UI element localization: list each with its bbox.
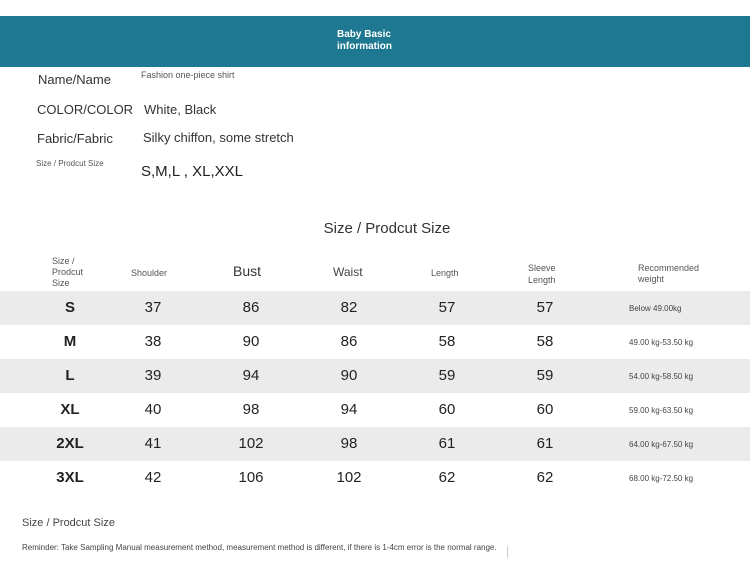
cell-bust: 90 [242, 333, 260, 350]
size-label: Size / Prodcut Size [36, 159, 104, 168]
cell-shoulder: 38 [144, 333, 162, 350]
cell-length: 57 [438, 299, 456, 316]
header-banner: Baby Basic information [0, 16, 750, 67]
cell-length: 60 [438, 401, 456, 418]
cell-bust: 86 [242, 299, 260, 316]
cell-weight: 64.00 kg-67.50 kg [629, 439, 694, 449]
header-recommended-weight: Recommended weight [638, 263, 700, 284]
header-bust: Bust [233, 263, 262, 279]
cell-length: 62 [438, 469, 456, 486]
banner-title: Baby Basic information [337, 29, 392, 52]
reminder-text: Reminder: Take Sampling Manual measureme… [22, 543, 497, 552]
cell-size: 2XL [56, 435, 84, 452]
table-row: XL 40 98 94 60 60 59.00 kg-63.50 kg [0, 393, 750, 427]
cell-sleeve-length: 58 [536, 333, 554, 350]
size-table-title: Size / Prodcut Size [323, 220, 451, 237]
cell-sleeve-length: 59 [536, 367, 554, 384]
cell-waist: 98 [340, 435, 358, 452]
footer-title: Size / Prodcut Size [22, 517, 115, 529]
cell-weight: 49.00 kg-53.50 kg [629, 337, 694, 347]
cell-bust: 106 [238, 469, 264, 486]
cell-size: S [64, 299, 75, 316]
table-row: 2XL 41 102 98 61 61 64.00 kg-67.50 kg [0, 427, 750, 461]
header-shoulder: Shoulder [131, 268, 168, 278]
color-label: COLOR/COLOR [37, 102, 134, 117]
table-row: M 38 90 86 58 58 49.00 kg-53.50 kg [0, 325, 750, 359]
header-length: Length [431, 268, 459, 278]
cell-bust: 98 [242, 401, 260, 418]
cell-length: 61 [438, 435, 456, 452]
name-value: Fashion one-piece shirt [141, 70, 235, 80]
cell-waist: 94 [340, 401, 358, 418]
cell-sleeve-length: 57 [536, 299, 554, 316]
fabric-value: Silky chiffon, some stretch [143, 130, 294, 145]
fabric-label: Fabric/Fabric [37, 131, 113, 146]
color-value: White, Black [144, 102, 217, 117]
cell-waist: 90 [340, 367, 358, 384]
cell-waist: 102 [336, 469, 362, 486]
cell-size: 3XL [56, 469, 84, 486]
cell-shoulder: 39 [144, 367, 162, 384]
cell-shoulder: 40 [144, 401, 162, 418]
cell-shoulder: 42 [144, 469, 162, 486]
table-row: 3XL 42 106 102 62 62 68.00 kg-72.50 kg [0, 461, 750, 495]
table-row: S 37 86 82 57 57 Below 49.00kg [0, 291, 750, 325]
cell-size: M [63, 333, 77, 350]
table-row: L 39 94 90 59 59 54.00 kg-58.50 kg [0, 359, 750, 393]
cell-length: 58 [438, 333, 456, 350]
cell-waist: 86 [340, 333, 358, 350]
divider [507, 546, 508, 558]
name-label: Name/Name [38, 72, 111, 87]
cell-shoulder: 37 [144, 299, 162, 316]
cell-weight: Below 49.00kg [629, 303, 682, 313]
header-sleeve-length: Sleeve Length [528, 263, 556, 285]
cell-size: L [65, 367, 75, 384]
cell-shoulder: 41 [144, 435, 162, 452]
cell-waist: 82 [340, 299, 358, 316]
cell-bust: 102 [238, 435, 264, 452]
cell-weight: 68.00 kg-72.50 kg [629, 473, 694, 483]
cell-sleeve-length: 61 [536, 435, 554, 452]
cell-sleeve-length: 62 [536, 469, 554, 486]
cell-size: XL [60, 401, 80, 418]
header-waist: Waist [333, 265, 363, 279]
cell-bust: 94 [242, 367, 260, 384]
cell-sleeve-length: 60 [536, 401, 554, 418]
size-value: S,M,L , XL,XXL [141, 163, 243, 180]
header-size: Size / Prodcut Size [52, 256, 84, 288]
cell-length: 59 [438, 367, 456, 384]
cell-weight: 54.00 kg-58.50 kg [629, 371, 694, 381]
cell-weight: 59.00 kg-63.50 kg [629, 405, 694, 415]
size-table-body: S 37 86 82 57 57 Below 49.00kg M 38 90 8… [0, 291, 750, 495]
